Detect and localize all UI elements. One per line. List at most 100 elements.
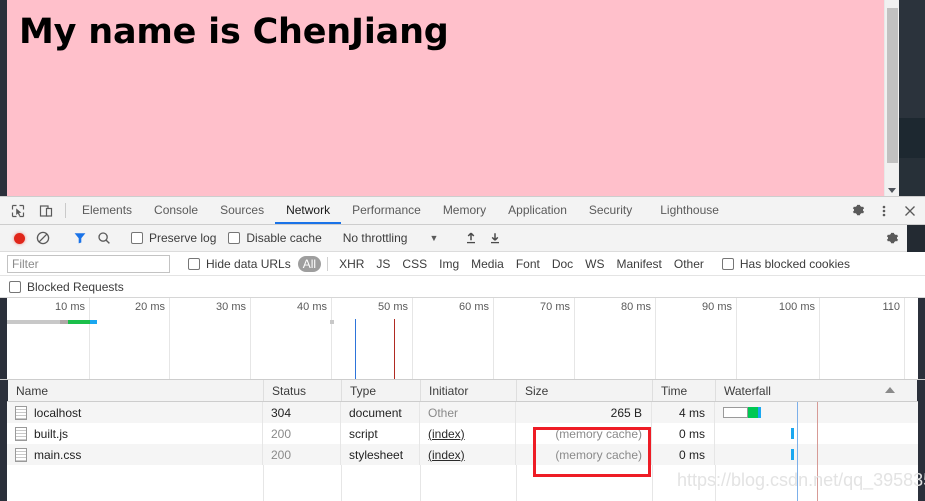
- network-controls-toolbar: Preserve log Disable cache No throttling…: [0, 224, 925, 252]
- tab-console[interactable]: Console: [143, 197, 209, 224]
- window-right-edge: [907, 224, 925, 252]
- gear-icon[interactable]: [845, 197, 871, 225]
- checkbox-box[interactable]: [188, 257, 200, 270]
- page-title: My name is ChenJiang: [19, 12, 449, 52]
- filter-type-doc[interactable]: Doc: [547, 256, 578, 272]
- cell-name[interactable]: main.css: [7, 444, 263, 465]
- cell-time: 4 ms: [652, 402, 715, 423]
- hide-data-urls-checkbox[interactable]: Hide data URLs: [188, 257, 291, 271]
- tab-memory[interactable]: Memory: [432, 197, 497, 224]
- blocked-requests-checkbox[interactable]: Blocked Requests: [9, 280, 124, 294]
- filter-type-font[interactable]: Font: [511, 256, 545, 272]
- cell-time: 0 ms: [652, 423, 715, 444]
- chevron-down-icon: ▼: [429, 233, 439, 243]
- tab-sources[interactable]: Sources: [209, 197, 275, 224]
- tab-performance[interactable]: Performance: [341, 197, 432, 224]
- disable-cache-checkbox[interactable]: Disable cache: [228, 231, 322, 245]
- overview-request-bar: [90, 320, 97, 324]
- funnel-icon[interactable]: [68, 225, 92, 252]
- cell-size: 265 B: [516, 402, 652, 423]
- tab-label: Security: [588, 202, 633, 217]
- column-label: Time: [661, 383, 688, 398]
- cell-initiator[interactable]: (index): [420, 423, 516, 444]
- cell-name[interactable]: built.js: [7, 423, 263, 444]
- checkbox-box[interactable]: [721, 257, 734, 270]
- overview-request-bar: [68, 320, 90, 324]
- dom-content-loaded-line: [355, 319, 356, 379]
- filter-type-css[interactable]: CSS: [397, 256, 432, 272]
- waterfall-blue-bar: [791, 449, 794, 460]
- close-icon[interactable]: [897, 197, 923, 225]
- scrollbar-down-arrow-icon[interactable]: [888, 188, 896, 193]
- page-vertical-scrollbar[interactable]: [884, 0, 899, 196]
- dom-content-loaded-line: [797, 444, 798, 465]
- request-name: main.css: [34, 447, 82, 462]
- tab-elements[interactable]: Elements: [71, 197, 143, 224]
- tab-security[interactable]: Security: [578, 197, 643, 224]
- column-label: Initiator: [429, 383, 469, 398]
- checkbox-box[interactable]: [131, 232, 143, 244]
- inspect-element-icon[interactable]: [4, 197, 32, 224]
- document-icon: [15, 405, 27, 420]
- search-icon[interactable]: [92, 225, 116, 252]
- column-header-waterfall[interactable]: Waterfall: [716, 380, 917, 401]
- tab-label: Elements: [82, 202, 133, 217]
- column-header-time[interactable]: Time: [653, 380, 716, 401]
- dom-content-loaded-line: [797, 423, 798, 444]
- table-row[interactable]: built.js 200 script (index) (memory cach…: [0, 423, 925, 444]
- column-header-initiator[interactable]: Initiator: [421, 380, 517, 401]
- scrollbar-thumb[interactable]: [887, 8, 898, 163]
- load-event-line: [817, 402, 818, 423]
- timeline-tick-label: 10 ms: [55, 301, 85, 313]
- blocked-requests-label: Blocked Requests: [27, 279, 124, 294]
- column-header-size[interactable]: Size: [517, 380, 653, 401]
- table-row[interactable]: main.css 200 stylesheet (index) (memory …: [0, 444, 925, 465]
- filter-type-img[interactable]: Img: [434, 256, 464, 272]
- window-right-edge: [918, 298, 925, 379]
- tab-label: Console: [154, 202, 199, 217]
- cell-type: script: [341, 423, 420, 444]
- cell-initiator[interactable]: (index): [420, 444, 516, 465]
- initiator-link[interactable]: (index): [428, 427, 465, 441]
- column-label: Name: [16, 383, 49, 398]
- filter-type-manifest[interactable]: Manifest: [612, 256, 667, 272]
- throttling-dropdown[interactable]: No throttling ▼: [343, 231, 439, 245]
- clear-button[interactable]: [31, 225, 55, 252]
- device-toolbar-icon[interactable]: [32, 197, 60, 224]
- more-vertical-icon[interactable]: [871, 197, 897, 225]
- tab-application[interactable]: Application: [497, 197, 578, 224]
- network-settings-gear-icon[interactable]: [877, 225, 907, 252]
- document-icon: [15, 447, 27, 462]
- screenshot-root: My name is ChenJiang Elements Console So…: [0, 0, 925, 501]
- filter-type-xhr[interactable]: XHR: [334, 256, 369, 272]
- has-blocked-cookies-checkbox[interactable]: Has blocked cookies: [721, 257, 850, 271]
- column-header-status[interactable]: Status: [264, 380, 342, 401]
- export-har-icon[interactable]: [483, 225, 507, 252]
- column-label: Type: [350, 383, 377, 398]
- cell-type: document: [341, 402, 420, 423]
- load-event-line: [817, 444, 818, 465]
- import-har-icon[interactable]: [459, 225, 483, 252]
- network-timeline-overview[interactable]: 10 ms 20 ms 30 ms 40 ms 50 ms 60 ms 70 m…: [0, 298, 925, 380]
- network-filter-bar: Hide data URLs All XHR JS CSS Img Media …: [0, 252, 925, 276]
- timeline-tick-label: 90 ms: [702, 301, 732, 313]
- cell-name[interactable]: localhost: [7, 402, 263, 423]
- initiator-link[interactable]: (index): [428, 448, 465, 462]
- preserve-log-checkbox[interactable]: Preserve log: [131, 231, 216, 245]
- record-button[interactable]: [7, 225, 31, 252]
- tab-network[interactable]: Network: [275, 197, 342, 224]
- filter-type-media[interactable]: Media: [466, 256, 509, 272]
- column-header-type[interactable]: Type: [342, 380, 421, 401]
- checkbox-box[interactable]: [228, 232, 241, 244]
- column-header-name[interactable]: Name: [8, 380, 264, 401]
- filter-type-ws[interactable]: WS: [580, 256, 609, 272]
- timeline-tick-label: 40 ms: [297, 301, 327, 313]
- filter-type-js[interactable]: JS: [371, 256, 395, 272]
- cell-waterfall: [715, 423, 918, 444]
- table-row[interactable]: localhost 304 document Other 265 B 4 ms: [0, 402, 925, 423]
- filter-type-all[interactable]: All: [297, 255, 322, 272]
- checkbox-box[interactable]: [9, 280, 21, 293]
- filter-type-other[interactable]: Other: [669, 256, 709, 272]
- tab-lighthouse[interactable]: Lighthouse: [643, 197, 730, 224]
- filter-input[interactable]: [7, 254, 170, 273]
